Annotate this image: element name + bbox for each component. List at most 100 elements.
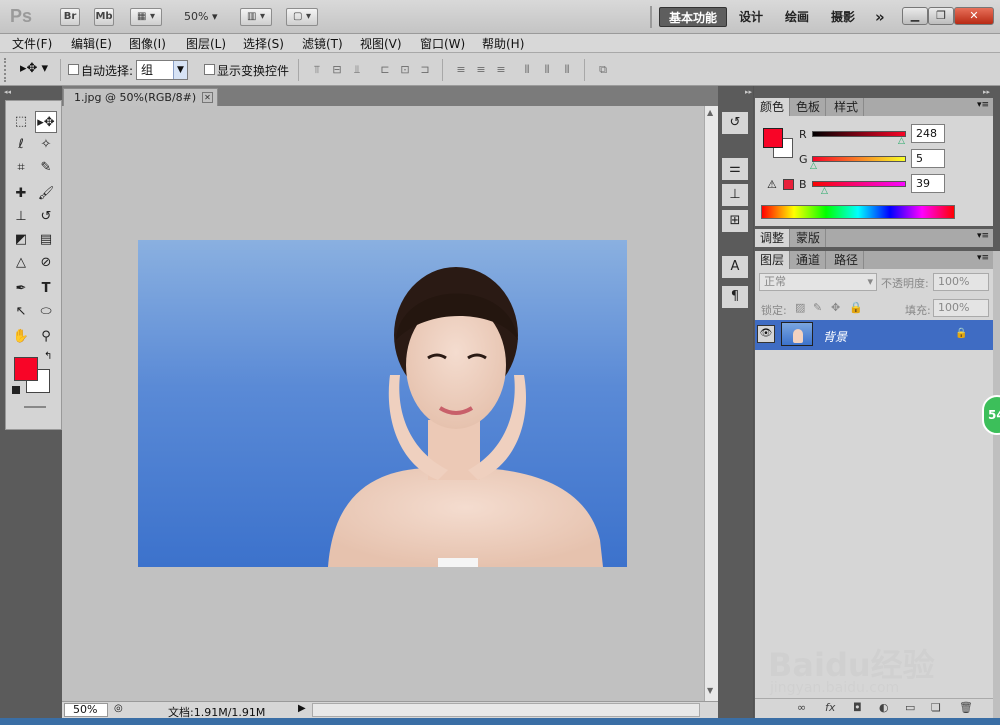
restore-button[interactable]: ❐: [928, 7, 954, 25]
horizontal-scrollbar[interactable]: [312, 703, 700, 717]
character-panel-icon[interactable]: A: [722, 256, 748, 278]
blur-tool-icon[interactable]: △: [10, 252, 32, 274]
collapse-panels-icon[interactable]: ▸▸: [950, 88, 990, 96]
quick-selection-tool-icon[interactable]: ✧: [35, 134, 57, 156]
launch-minibridge-button[interactable]: Mb: [94, 8, 114, 26]
workspace-painting[interactable]: 绘画: [776, 7, 818, 27]
tab-adjustments[interactable]: 调整: [755, 229, 791, 247]
lock-transparency-icon[interactable]: ▨: [795, 301, 805, 314]
arrange-documents-button[interactable]: ▥ ▾: [240, 8, 272, 26]
red-slider-handle-icon[interactable]: △: [898, 136, 905, 146]
delete-layer-icon[interactable]: 🗑: [959, 701, 973, 714]
panel-scrollbar[interactable]: [993, 251, 1000, 718]
new-layer-icon[interactable]: ❏: [931, 701, 941, 714]
canvas-area[interactable]: [62, 106, 704, 701]
distribute-horizontal-center-icon[interactable]: ⦀: [538, 63, 556, 77]
align-left-icon[interactable]: ⊏: [376, 63, 394, 77]
align-right-icon[interactable]: ⊐: [416, 63, 434, 77]
gamut-color-swatch[interactable]: [783, 179, 794, 190]
marquee-tool-icon[interactable]: ⬚: [10, 111, 32, 133]
show-transform-controls-checkbox[interactable]: [204, 64, 215, 75]
tab-masks[interactable]: 蒙版: [791, 229, 827, 247]
fill-input[interactable]: 100%: [933, 299, 989, 317]
status-menu-arrow-icon[interactable]: ▶: [298, 703, 306, 714]
clone-stamp-tool-icon[interactable]: ⊥: [10, 206, 32, 228]
zoom-level-dropdown[interactable]: 50% ▾: [184, 10, 217, 23]
align-bottom-icon[interactable]: ⫫: [348, 63, 366, 77]
menu-view[interactable]: 视图(V): [360, 35, 402, 52]
layer-style-icon[interactable]: fx: [825, 701, 835, 714]
blend-mode-dropdown[interactable]: 正常 ▾: [759, 273, 877, 291]
panel-menu-icon[interactable]: ▾≡: [977, 231, 989, 241]
brush-presets-panel-icon[interactable]: ⚌: [722, 158, 748, 180]
color-panel-fg-swatch[interactable]: [763, 128, 783, 148]
expand-panels-icon[interactable]: ▸▸: [720, 88, 752, 96]
align-horizontal-center-icon[interactable]: ⊡: [396, 63, 414, 77]
green-slider-handle-icon[interactable]: △: [810, 161, 817, 171]
spot-healing-tool-icon[interactable]: ✚: [10, 183, 32, 205]
tool-preset-picker[interactable]: ▸✥ ▾: [20, 61, 48, 76]
link-layers-icon[interactable]: ∞: [797, 701, 806, 714]
zoom-tool-icon[interactable]: ⚲: [35, 326, 57, 348]
red-slider[interactable]: [812, 131, 906, 137]
gradient-tool-icon[interactable]: ▤: [35, 229, 57, 251]
lock-image-icon[interactable]: ✎: [813, 301, 822, 314]
tab-styles[interactable]: 样式: [829, 98, 865, 116]
pen-tool-icon[interactable]: ✒: [10, 278, 32, 300]
layer-name[interactable]: 背景: [823, 328, 847, 345]
distribute-right-icon[interactable]: ⦀: [558, 63, 576, 77]
distribute-bottom-icon[interactable]: ≡: [492, 63, 510, 77]
ellipse-tool-icon[interactable]: ⬭: [35, 301, 57, 323]
crop-tool-icon[interactable]: ⌗: [10, 157, 32, 179]
hand-tool-icon[interactable]: ✋: [10, 326, 32, 348]
green-slider[interactable]: [812, 156, 906, 162]
blue-slider-handle-icon[interactable]: △: [821, 186, 828, 196]
tool-presets-panel-icon[interactable]: ⊞: [722, 210, 748, 232]
workspace-design[interactable]: 设计: [730, 7, 772, 27]
align-top-icon[interactable]: ⫪: [308, 63, 326, 77]
view-extras-button[interactable]: ▦ ▾: [130, 8, 162, 26]
eraser-tool-icon[interactable]: ◩: [10, 229, 32, 251]
lock-all-icon[interactable]: 🔒: [849, 301, 863, 314]
green-value-input[interactable]: 5: [911, 149, 945, 168]
lock-position-icon[interactable]: ✥: [831, 301, 840, 314]
clone-source-panel-icon[interactable]: ⊥: [722, 184, 748, 206]
menu-image[interactable]: 图像(I): [129, 35, 166, 52]
new-group-icon[interactable]: ▭: [905, 701, 915, 714]
distribute-top-icon[interactable]: ≡: [452, 63, 470, 77]
menu-layer[interactable]: 图层(L): [186, 35, 226, 52]
scroll-down-icon[interactable]: ▼: [707, 686, 713, 695]
tab-color[interactable]: 颜色: [755, 98, 791, 116]
color-spectrum-bar[interactable]: [761, 205, 955, 219]
options-grip[interactable]: [4, 58, 8, 82]
launch-bridge-button[interactable]: Br: [60, 8, 80, 26]
out-of-gamut-warning-icon[interactable]: ⚠: [767, 178, 777, 191]
dodge-tool-icon[interactable]: ⊘: [35, 252, 57, 274]
layer-row[interactable]: 👁 背景 🔒: [755, 320, 993, 350]
blue-value-input[interactable]: 39: [911, 174, 945, 193]
minimize-button[interactable]: ▁: [902, 7, 928, 25]
distribute-vertical-center-icon[interactable]: ≡: [472, 63, 490, 77]
adjustment-layer-icon[interactable]: ◐: [879, 701, 889, 714]
floating-badge[interactable]: 54: [982, 395, 1000, 435]
menu-help[interactable]: 帮助(H): [482, 35, 524, 52]
more-workspaces-button[interactable]: »: [866, 7, 894, 27]
menu-select[interactable]: 选择(S): [243, 35, 284, 52]
scroll-up-icon[interactable]: ▲: [707, 108, 713, 117]
swap-colors-icon[interactable]: ↰: [44, 351, 52, 362]
auto-select-checkbox[interactable]: [68, 64, 79, 75]
panel-menu-icon[interactable]: ▾≡: [977, 253, 989, 263]
layer-visibility-eye-icon[interactable]: 👁: [757, 325, 775, 343]
foreground-color-swatch[interactable]: [14, 357, 38, 381]
menu-edit[interactable]: 编辑(E): [71, 35, 112, 52]
paragraph-panel-icon[interactable]: ¶: [722, 286, 748, 308]
history-panel-icon[interactable]: ↺: [722, 112, 748, 134]
document-tab[interactable]: 1.jpg @ 50%(RGB/8#) ✕: [63, 88, 218, 106]
menu-filter[interactable]: 滤镜(T): [302, 35, 343, 52]
close-document-icon[interactable]: ✕: [202, 92, 213, 103]
tab-swatches[interactable]: 色板: [791, 98, 827, 116]
red-value-input[interactable]: 248: [911, 124, 945, 143]
tab-layers[interactable]: 图层: [755, 251, 791, 269]
quick-mask-icon[interactable]: [24, 406, 46, 408]
add-mask-icon[interactable]: ◘: [853, 701, 862, 714]
